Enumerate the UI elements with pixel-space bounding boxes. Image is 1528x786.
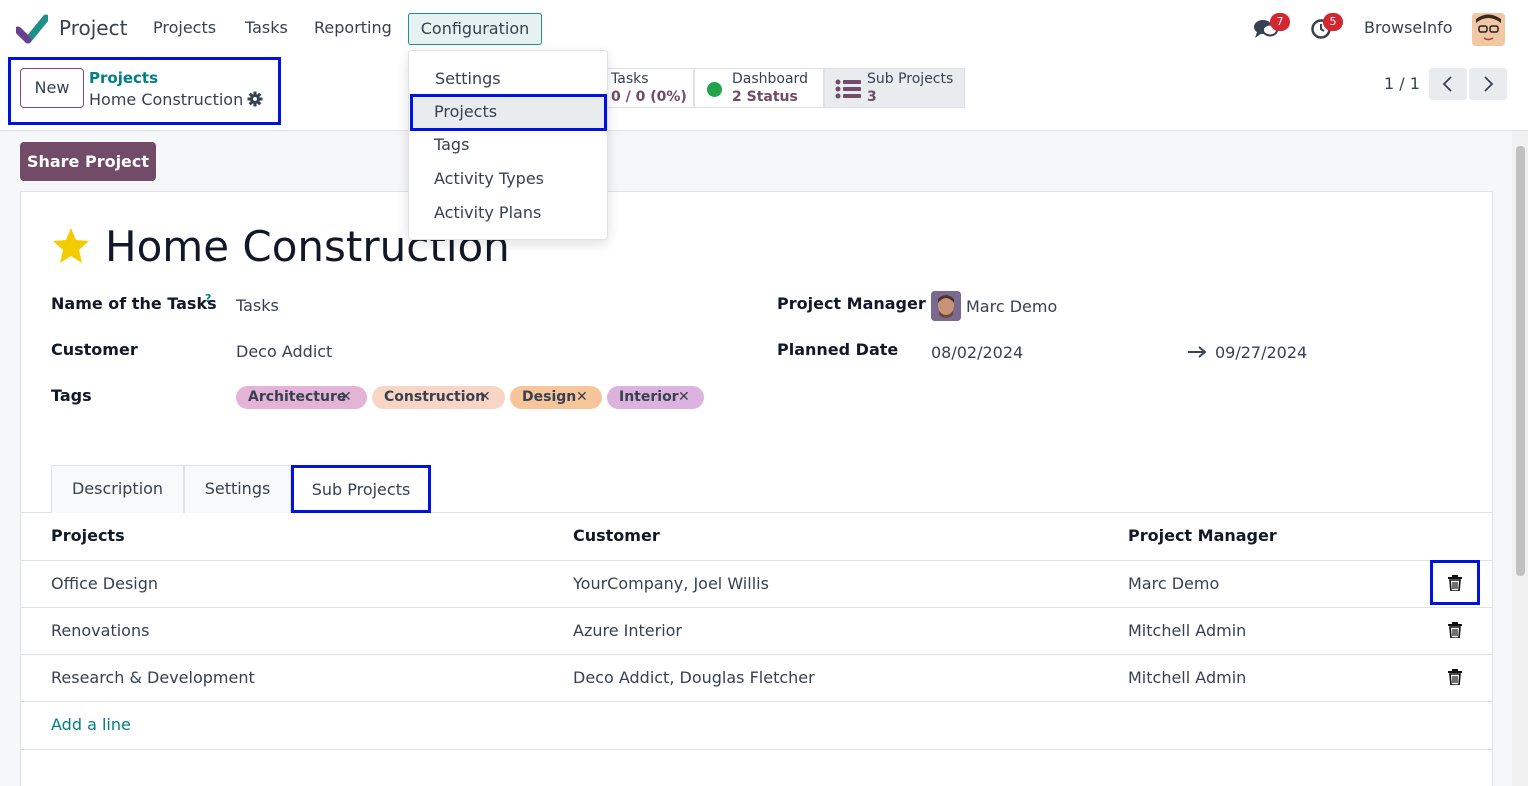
row-divider (20, 701, 1493, 702)
tasks-name-field[interactable]: Tasks (236, 296, 279, 315)
tab-sub-projects[interactable]: Sub Projects (291, 465, 431, 513)
dropdown-item-tags[interactable]: Tags (434, 135, 469, 154)
row-customer[interactable]: Deco Addict, Douglas Fletcher (573, 668, 815, 687)
menu-tasks[interactable]: Tasks (245, 18, 288, 37)
smart-tasks-value: 0 / 0 (0%) (611, 89, 687, 105)
project-manager-field[interactable]: Marc Demo (966, 297, 1057, 316)
dropdown-item-activity-plans[interactable]: Activity Plans (434, 203, 541, 222)
smart-tasks-label: Tasks (611, 71, 649, 87)
tag-architecture: Architecture ✕ (236, 386, 367, 409)
trash-icon[interactable] (1448, 669, 1462, 685)
smart-subprojects-value: 3 (867, 89, 877, 105)
tag-architecture-label: Architecture (248, 389, 347, 405)
activities-count-badge: 5 (1323, 13, 1343, 31)
manager-avatar (931, 291, 961, 321)
smart-subprojects-label: Sub Projects (867, 71, 954, 87)
share-project-button[interactable]: Share Project (20, 142, 156, 181)
row-divider (20, 654, 1493, 655)
column-header-customer[interactable]: Customer (573, 526, 660, 545)
trash-icon[interactable] (1448, 622, 1462, 638)
date-end-field[interactable]: 09/27/2024 (1215, 343, 1307, 362)
tag-construction: Construction ✕ (372, 386, 505, 409)
tag-construction-label: Construction (384, 389, 486, 405)
dropdown-item-settings[interactable]: Settings (435, 69, 501, 88)
tag-design-label: Design (522, 389, 577, 405)
row-manager[interactable]: Mitchell Admin (1128, 668, 1246, 687)
dropdown-item-activity-types[interactable]: Activity Types (434, 169, 544, 188)
row-project[interactable]: Renovations (51, 621, 149, 640)
tab-description[interactable]: Description (51, 465, 184, 513)
scrollbar-thumb[interactable] (1516, 146, 1525, 576)
top-navbar: Project Projects Tasks Reporting Configu… (0, 0, 1528, 57)
highlight-breadcrumb (8, 57, 281, 125)
customer-label: Customer (51, 340, 138, 359)
pager-next-button[interactable] (1469, 68, 1507, 100)
app-name[interactable]: Project (59, 16, 127, 40)
highlight-delete (1430, 560, 1480, 605)
chevron-right-icon (1484, 76, 1494, 92)
menu-reporting[interactable]: Reporting (314, 18, 392, 37)
tag-remove-icon[interactable]: ✕ (479, 386, 491, 409)
row-manager[interactable]: Mitchell Admin (1128, 621, 1246, 640)
table-header-divider (20, 560, 1493, 561)
arrow-right-icon (1188, 346, 1207, 358)
favorite-star-icon[interactable] (51, 226, 91, 266)
row-project[interactable]: Office Design (51, 574, 158, 593)
tag-remove-icon[interactable]: ✕ (340, 386, 352, 409)
menu-configuration[interactable]: Configuration (408, 13, 542, 45)
project-manager-label: Project Manager (777, 294, 926, 313)
project-app-logo-icon[interactable] (16, 14, 48, 44)
messages-count-badge: 7 (1270, 13, 1290, 31)
column-header-project-manager[interactable]: Project Manager (1128, 526, 1277, 545)
list-icon (835, 79, 861, 99)
smart-dashboard-value: 2 Status (732, 89, 798, 105)
tag-interior: Interior ✕ (607, 386, 704, 409)
highlight-dropdown-projects (410, 94, 607, 131)
tag-remove-icon[interactable]: ✕ (576, 386, 588, 409)
smart-button-sub-projects[interactable]: Sub Projects 3 (824, 68, 965, 108)
row-manager[interactable]: Marc Demo (1128, 574, 1219, 593)
user-avatar[interactable] (1472, 13, 1505, 46)
menu-projects[interactable]: Projects (153, 18, 216, 37)
row-divider (20, 749, 1493, 750)
smart-button-tasks[interactable]: Tasks 0 / 0 (0%) (600, 68, 694, 108)
pager-value[interactable]: 1 / 1 (1384, 74, 1420, 93)
tag-remove-icon[interactable]: ✕ (678, 386, 690, 409)
row-customer[interactable]: Azure Interior (573, 621, 682, 640)
date-start-field[interactable]: 08/02/2024 (931, 343, 1023, 362)
smart-button-dashboard[interactable]: Dashboard 2 Status (694, 68, 824, 108)
customer-field[interactable]: Deco Addict (236, 342, 332, 361)
pager-previous-button[interactable] (1429, 68, 1467, 100)
tag-interior-label: Interior (619, 389, 679, 405)
company-name[interactable]: BrowseInfo (1364, 18, 1453, 37)
planned-date-label: Planned Date (777, 340, 899, 359)
smart-dashboard-label: Dashboard (732, 71, 808, 87)
tasks-name-label: Name of the Tasks (51, 294, 217, 313)
column-header-projects[interactable]: Projects (51, 526, 125, 545)
tab-settings[interactable]: Settings (184, 465, 291, 513)
row-project[interactable]: Research & Development (51, 668, 255, 687)
help-tooltip-icon[interactable]: ? (205, 292, 211, 305)
chevron-left-icon (1442, 76, 1452, 92)
tags-label: Tags (51, 386, 92, 405)
add-line-link[interactable]: Add a line (51, 715, 131, 734)
tag-design: Design ✕ (510, 386, 602, 409)
row-divider (20, 607, 1493, 608)
status-dot-icon (707, 82, 722, 97)
row-customer[interactable]: YourCompany, Joel Willis (573, 574, 769, 593)
